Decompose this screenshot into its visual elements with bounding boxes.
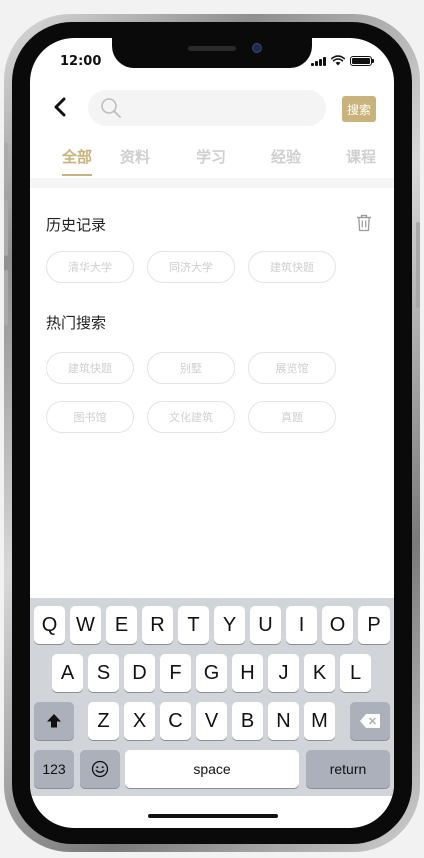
active-tab-indicator: [62, 174, 92, 176]
keyboard: Q W E R T Y U I O P A S D F G H J K L Z …: [30, 598, 394, 796]
key-w[interactable]: W: [70, 606, 101, 644]
key-q[interactable]: Q: [34, 606, 65, 644]
wifi-icon: [331, 55, 345, 66]
key-r[interactable]: R: [142, 606, 173, 644]
shift-key[interactable]: [34, 702, 74, 740]
hot-search-chip[interactable]: 建筑快题: [46, 352, 134, 384]
key-f[interactable]: F: [160, 654, 191, 692]
tab-experience[interactable]: 经验: [271, 146, 301, 167]
search-button[interactable]: 搜索: [342, 96, 376, 122]
tab-all[interactable]: 全部: [62, 146, 92, 167]
key-n[interactable]: N: [268, 702, 299, 740]
hot-search-chip[interactable]: 展览馆: [248, 352, 336, 384]
tab-courses[interactable]: 课程: [346, 146, 376, 167]
key-o[interactable]: O: [322, 606, 353, 644]
key-b[interactable]: B: [232, 702, 263, 740]
key-x[interactable]: X: [124, 702, 155, 740]
key-y[interactable]: Y: [214, 606, 245, 644]
volume-down-button: [4, 270, 8, 326]
key-v[interactable]: V: [196, 702, 227, 740]
key-g[interactable]: G: [196, 654, 227, 692]
emoji-icon: [91, 760, 109, 778]
key-j[interactable]: J: [268, 654, 299, 692]
numbers-key[interactable]: 123: [34, 750, 74, 788]
search-input[interactable]: [128, 90, 318, 126]
hot-search-chip[interactable]: 图书馆: [46, 401, 134, 433]
status-time: 12:00: [60, 54, 102, 69]
key-i[interactable]: I: [286, 606, 317, 644]
status-icons: [311, 55, 374, 66]
key-m[interactable]: M: [304, 702, 335, 740]
speaker: [188, 46, 236, 51]
hot-search-chip[interactable]: 真题: [248, 401, 336, 433]
emoji-key[interactable]: [80, 750, 120, 788]
key-u[interactable]: U: [250, 606, 281, 644]
trash-icon[interactable]: [356, 214, 372, 232]
history-title: 历史记录: [46, 216, 107, 234]
history-chip[interactable]: 清华大学: [46, 251, 134, 283]
search-box[interactable]: [88, 90, 326, 126]
key-s[interactable]: S: [88, 654, 119, 692]
key-h[interactable]: H: [232, 654, 263, 692]
key-l[interactable]: L: [340, 654, 371, 692]
return-key[interactable]: return: [306, 750, 390, 788]
backspace-key[interactable]: [350, 702, 390, 740]
hot-search-title: 热门搜索: [46, 314, 107, 332]
key-a[interactable]: A: [52, 654, 83, 692]
shift-arrow-icon: [47, 714, 61, 728]
space-key[interactable]: space: [125, 750, 299, 788]
notch: [112, 38, 312, 68]
backspace-icon: [360, 714, 380, 728]
search-icon: [101, 98, 121, 118]
hot-search-chip[interactable]: 文化建筑: [147, 401, 235, 433]
category-tabs: 全部 资料 学习 经验 课程: [30, 146, 394, 180]
key-t[interactable]: T: [178, 606, 209, 644]
hot-search-chip[interactable]: 别墅: [147, 352, 235, 384]
key-c[interactable]: C: [160, 702, 191, 740]
silent-switch: [4, 142, 8, 172]
back-button[interactable]: [48, 92, 72, 122]
chevron-left-icon: [54, 97, 66, 117]
key-z[interactable]: Z: [88, 702, 119, 740]
key-p[interactable]: P: [358, 606, 390, 644]
key-d[interactable]: D: [124, 654, 155, 692]
history-chip[interactable]: 建筑快题: [248, 251, 336, 283]
divider: [30, 178, 394, 188]
power-button: [416, 222, 420, 308]
key-k[interactable]: K: [304, 654, 335, 692]
tab-study[interactable]: 学习: [196, 146, 226, 167]
home-indicator[interactable]: [148, 814, 278, 818]
signal-icon: [311, 56, 326, 66]
screen: 12:00 搜索 全部 资料 学习 经验 课程 历史记录 清华大学 同济大学 建…: [30, 38, 394, 828]
front-camera: [252, 43, 262, 53]
volume-up-button: [4, 200, 8, 256]
battery-icon: [350, 55, 374, 66]
tab-materials[interactable]: 资料: [120, 146, 150, 167]
key-e[interactable]: E: [106, 606, 137, 644]
history-chip[interactable]: 同济大学: [147, 251, 235, 283]
